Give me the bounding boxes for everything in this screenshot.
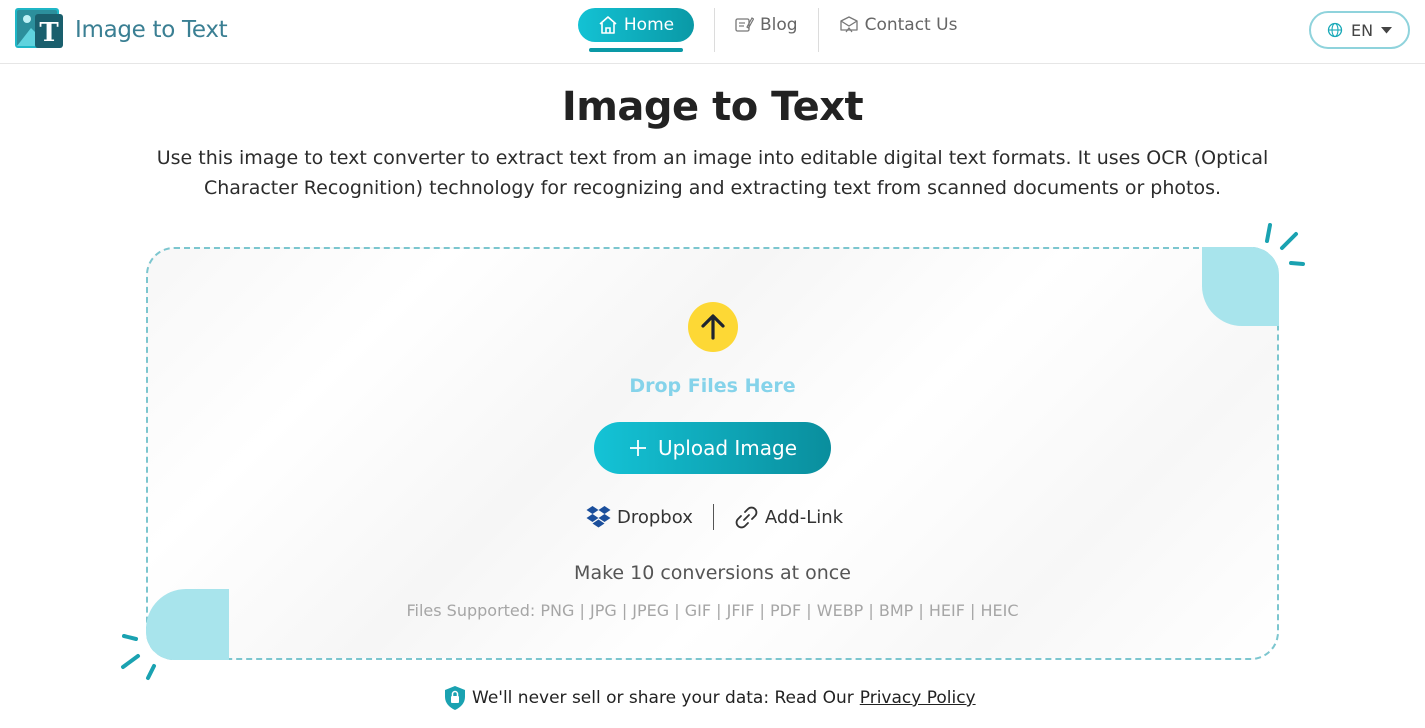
nav-home-label: Home <box>623 15 675 35</box>
privacy-notice: We'll never sell or share your data: Rea… <box>444 685 976 711</box>
logo[interactable]: T Image to Text <box>15 8 228 51</box>
upload-image-button[interactable]: Upload Image <box>594 422 831 474</box>
language-value: EN <box>1350 20 1374 40</box>
nav-contact-label: Contact Us <box>864 15 958 35</box>
active-indicator <box>589 48 683 52</box>
upload-indicator[interactable] <box>688 302 738 352</box>
nav-home[interactable]: Home <box>578 8 694 52</box>
caret-down-icon <box>1381 26 1393 33</box>
plus-icon <box>629 440 646 456</box>
nav-divider <box>714 8 715 52</box>
dropbox-button[interactable]: Dropbox <box>586 505 693 529</box>
upload-image-label: Upload Image <box>657 436 798 460</box>
add-link-button[interactable]: Add-Link <box>734 505 843 530</box>
app-name: Image to Text <box>75 16 228 43</box>
conversions-info: Make 10 conversions at once <box>574 562 851 584</box>
upload-sources: Dropbox Add-Link <box>586 502 843 532</box>
privacy-policy-link[interactable]: Privacy Policy <box>860 688 976 708</box>
drop-files-label: Drop Files Here <box>629 375 796 397</box>
nav-blog[interactable]: Blog <box>735 15 798 35</box>
sparkle-decoration-icon <box>1265 223 1305 266</box>
nav-blog-label: Blog <box>760 15 798 35</box>
blog-icon <box>735 17 754 32</box>
site-header: T Image to Text Home Blog Contact Us EN <box>0 0 1425 64</box>
arrow-up-icon <box>701 314 725 340</box>
home-icon <box>599 16 617 34</box>
privacy-text: We'll never sell or share your data: Rea… <box>472 688 854 708</box>
add-link-label: Add-Link <box>764 506 844 528</box>
dropbox-icon <box>586 506 611 528</box>
main-nav: Home Blog Contact Us <box>578 8 958 52</box>
shield-lock-icon <box>445 686 465 710</box>
nav-divider <box>817 8 819 52</box>
page-title: Image to Text <box>561 84 864 130</box>
contact-icon <box>839 16 858 33</box>
sparkle-decoration-icon <box>121 634 156 680</box>
dropbox-label: Dropbox <box>617 506 693 528</box>
image-text-logo-icon: T <box>15 8 63 48</box>
link-icon <box>735 506 758 528</box>
globe-icon <box>1327 22 1343 38</box>
source-divider <box>712 504 714 530</box>
nav-contact[interactable]: Contact Us <box>839 15 958 35</box>
supported-formats: Files Supported: PNG | JPG | JPEG | GIF … <box>406 601 1019 620</box>
svg-text:T: T <box>39 18 59 48</box>
language-selector[interactable]: EN <box>1309 11 1410 49</box>
page-description: Use this image to text converter to extr… <box>156 147 1269 199</box>
